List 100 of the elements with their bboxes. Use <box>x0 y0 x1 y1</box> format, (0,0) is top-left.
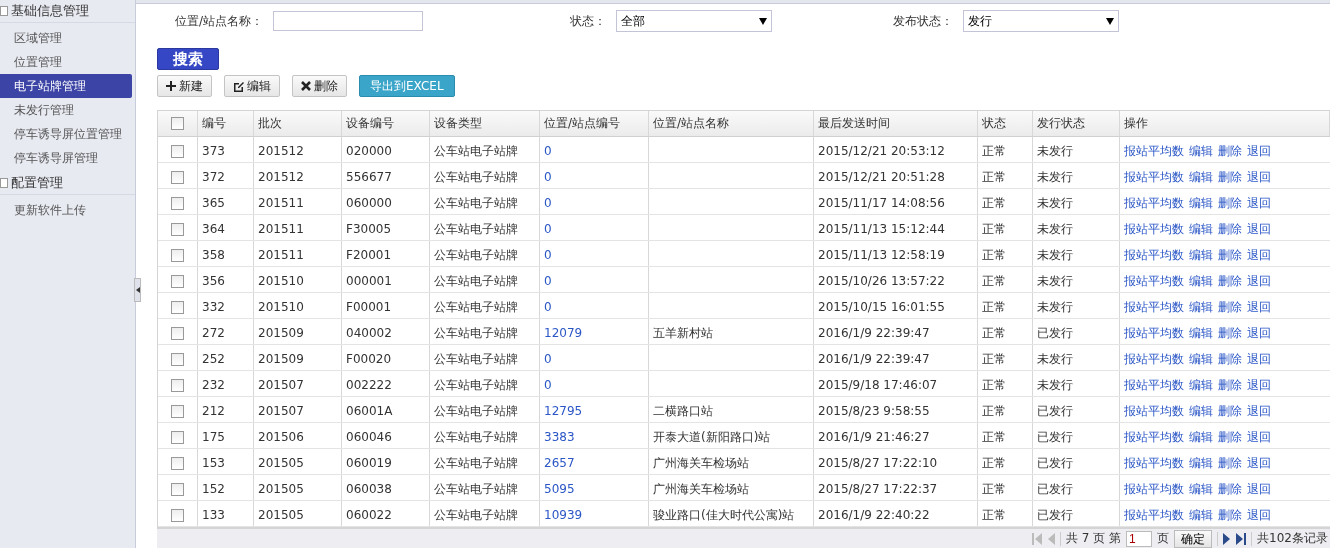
action-link[interactable]: 退回 <box>1247 298 1271 316</box>
action-link[interactable]: 报站平均数 <box>1124 168 1184 186</box>
checkbox[interactable] <box>171 404 184 418</box>
action-link[interactable]: 报站平均数 <box>1124 480 1184 498</box>
checkbox[interactable] <box>171 144 184 158</box>
dropdown[interactable]: 全部 <box>616 10 772 33</box>
action-link[interactable]: 编辑 <box>1189 246 1213 264</box>
checkbox[interactable] <box>171 430 184 444</box>
action-link[interactable]: 退回 <box>1247 454 1271 472</box>
action-link[interactable]: 编辑 <box>1189 350 1213 368</box>
action-link[interactable]: 退回 <box>1247 480 1271 498</box>
action-link[interactable]: 删除 <box>1218 194 1242 212</box>
action-link[interactable]: 删除 <box>1218 298 1242 316</box>
station-link[interactable]: 3383 <box>544 430 575 445</box>
action-link[interactable]: 编辑 <box>1189 376 1213 394</box>
action-link[interactable]: 退回 <box>1247 272 1271 290</box>
action-link[interactable]: 删除 <box>1218 168 1242 186</box>
action-link[interactable]: 退回 <box>1247 376 1271 394</box>
action-link[interactable]: 编辑 <box>1189 168 1213 186</box>
action-link[interactable]: 报站平均数 <box>1124 506 1184 524</box>
previous-page-icon[interactable] <box>1047 532 1055 545</box>
action-link[interactable]: 删除 <box>1218 402 1242 420</box>
station-link[interactable]: 0 <box>544 196 552 211</box>
input-field[interactable] <box>273 11 424 32</box>
checkbox[interactable] <box>171 456 184 470</box>
action-link[interactable]: 退回 <box>1247 194 1271 212</box>
station-link[interactable]: 0 <box>544 352 552 367</box>
action-link[interactable]: 报站平均数 <box>1124 428 1184 446</box>
action-link[interactable]: 编辑 <box>1189 506 1213 524</box>
action-link[interactable]: 退回 <box>1247 168 1271 186</box>
go-button[interactable]: 确定 <box>1174 529 1213 548</box>
page-input[interactable]: 1 <box>1126 530 1153 547</box>
sidebar-group-title[interactable]: 基础信息管理 <box>11 2 89 20</box>
action-link[interactable]: 删除 <box>1218 324 1242 342</box>
checkbox[interactable] <box>171 274 184 288</box>
action-link[interactable]: 报站平均数 <box>1124 142 1184 160</box>
action-link[interactable]: 删除 <box>1218 220 1242 238</box>
sidebar-item[interactable]: 区域管理 <box>0 26 135 50</box>
action-link[interactable]: 退回 <box>1247 350 1271 368</box>
action-link[interactable]: 删除 <box>1218 480 1242 498</box>
sidebar-item[interactable]: 停车诱导屏位置管理 <box>0 122 135 146</box>
action-link[interactable]: 报站平均数 <box>1124 402 1184 420</box>
action-link[interactable]: 编辑 <box>1189 220 1213 238</box>
action-link[interactable]: 删除 <box>1218 246 1242 264</box>
action-link[interactable]: 编辑 <box>1189 298 1213 316</box>
action-link[interactable]: 编辑 <box>1189 402 1213 420</box>
action-link[interactable]: 编辑 <box>1189 428 1213 446</box>
search-button[interactable]: 搜索 <box>157 48 219 71</box>
action-link[interactable]: 编辑 <box>1189 142 1213 160</box>
sidebar-item[interactable]: 位置管理 <box>0 50 135 74</box>
checkbox[interactable] <box>171 508 184 522</box>
toolbar-button[interactable]: 编辑 <box>224 75 280 98</box>
checkbox[interactable] <box>171 378 184 392</box>
checkbox[interactable] <box>171 117 184 131</box>
checkbox[interactable] <box>171 482 184 496</box>
sidebar-item[interactable]: 电子站牌管理 <box>0 74 132 98</box>
checkbox[interactable] <box>171 196 184 210</box>
toolbar-button[interactable]: 删除 <box>292 75 347 98</box>
action-link[interactable]: 删除 <box>1218 272 1242 290</box>
action-link[interactable]: 编辑 <box>1189 272 1213 290</box>
checkbox[interactable] <box>171 248 184 262</box>
action-link[interactable]: 退回 <box>1247 246 1271 264</box>
station-link[interactable]: 0 <box>544 274 552 289</box>
checkbox[interactable] <box>171 300 184 314</box>
action-link[interactable]: 删除 <box>1218 428 1242 446</box>
sidebar-item[interactable]: 更新软件上传 <box>0 198 135 222</box>
station-link[interactable]: 10939 <box>544 508 583 523</box>
action-link[interactable]: 退回 <box>1247 220 1271 238</box>
station-link[interactable]: 5095 <box>544 482 575 497</box>
action-link[interactable]: 删除 <box>1218 506 1242 524</box>
action-link[interactable]: 删除 <box>1218 350 1242 368</box>
action-link[interactable]: 退回 <box>1247 142 1271 160</box>
action-link[interactable]: 报站平均数 <box>1124 194 1184 212</box>
station-link[interactable]: 0 <box>544 248 552 263</box>
action-link[interactable]: 删除 <box>1218 376 1242 394</box>
sidebar-item[interactable]: 未发行管理 <box>0 98 135 122</box>
checkbox[interactable] <box>171 326 184 340</box>
action-link[interactable]: 报站平均数 <box>1124 298 1184 316</box>
action-link[interactable]: 编辑 <box>1189 480 1213 498</box>
checkbox[interactable] <box>171 352 184 366</box>
action-link[interactable]: 报站平均数 <box>1124 324 1184 342</box>
action-link[interactable]: 退回 <box>1247 402 1271 420</box>
collapse-icon[interactable] <box>0 178 8 188</box>
collapse-icon[interactable] <box>0 6 8 16</box>
station-link[interactable]: 0 <box>544 222 552 237</box>
action-link[interactable]: 报站平均数 <box>1124 246 1184 264</box>
toolbar-button[interactable]: 新建 <box>157 75 212 98</box>
sidebar-collapse-handle[interactable] <box>134 278 141 302</box>
station-link[interactable]: 0 <box>544 144 552 159</box>
station-link[interactable]: 0 <box>544 300 552 315</box>
action-link[interactable]: 删除 <box>1218 142 1242 160</box>
action-link[interactable]: 退回 <box>1247 506 1271 524</box>
action-link[interactable]: 编辑 <box>1189 194 1213 212</box>
action-link[interactable]: 报站平均数 <box>1124 220 1184 238</box>
station-link[interactable]: 0 <box>544 170 552 185</box>
action-link[interactable]: 报站平均数 <box>1124 376 1184 394</box>
action-link[interactable]: 报站平均数 <box>1124 454 1184 472</box>
dropdown[interactable]: 发行 <box>963 10 1119 33</box>
checkbox[interactable] <box>171 222 184 236</box>
action-link[interactable]: 报站平均数 <box>1124 272 1184 290</box>
